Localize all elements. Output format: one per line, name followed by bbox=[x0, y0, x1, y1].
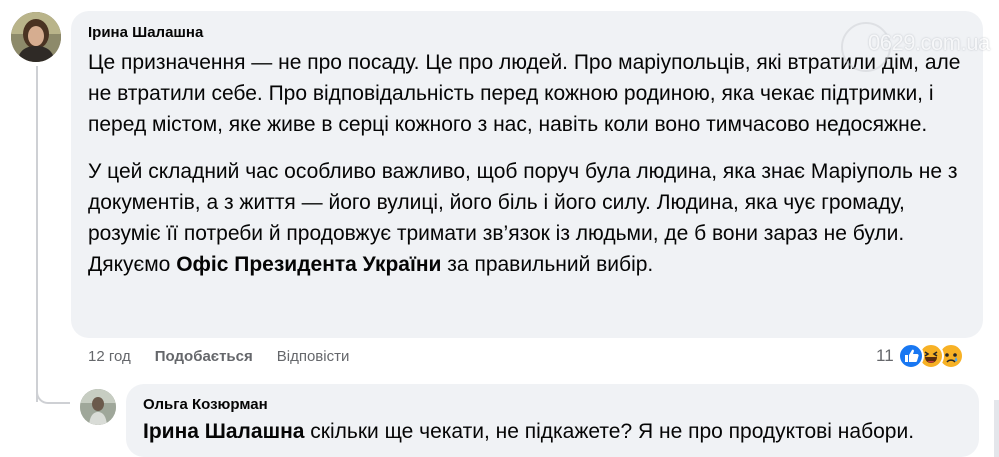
thanks-suffix: за правильний вибір. bbox=[441, 253, 654, 276]
avatar[interactable] bbox=[80, 389, 116, 425]
reactions-summary[interactable]: 11 bbox=[876, 340, 964, 372]
reply-text: Ірина Шалашна скільки ще чекати, не підк… bbox=[143, 418, 962, 446]
thread-connector bbox=[36, 386, 70, 404]
scrollbar[interactable] bbox=[994, 400, 999, 457]
comment-author[interactable]: Ірина Шалашна bbox=[88, 23, 966, 42]
watermark-text: 0629.com.ua bbox=[868, 30, 990, 55]
mention-link[interactable]: Ірина Шалашна bbox=[143, 420, 304, 443]
comment-thread: Ірина Шалашна Це призначення — не про по… bbox=[0, 0, 999, 457]
office-mention[interactable]: Офіс Президента України bbox=[176, 253, 441, 276]
reply-message: скільки ще чекати, не підкажете? Я не пр… bbox=[304, 420, 915, 443]
like-button[interactable]: Подобається bbox=[155, 348, 253, 365]
reply-button[interactable]: Відповісти bbox=[277, 348, 350, 365]
avatar[interactable] bbox=[11, 12, 61, 62]
comment-time[interactable]: 12 год bbox=[88, 348, 131, 365]
reply-author[interactable]: Ольга Козюрман bbox=[143, 395, 962, 414]
comment-thanks: Дякуємо Офіс Президента України за прави… bbox=[88, 249, 966, 280]
comment-paragraph: Це призначення — не про посаду. Це про л… bbox=[88, 51, 961, 136]
site-watermark: 0629.com.ua bbox=[840, 16, 990, 78]
like-icon bbox=[897, 343, 924, 369]
reaction-count: 11 bbox=[876, 346, 894, 365]
thanks-prefix: Дякуємо bbox=[88, 253, 177, 276]
thread-line bbox=[36, 66, 38, 402]
reply-bubble: Ольга Козюрман Ірина Шалашна скільки ще … bbox=[126, 384, 979, 457]
comment-actions: 12 год Подобається Відповісти bbox=[88, 346, 373, 366]
comment-paragraph: У цей складний час особливо важливо, щоб… bbox=[88, 160, 958, 245]
